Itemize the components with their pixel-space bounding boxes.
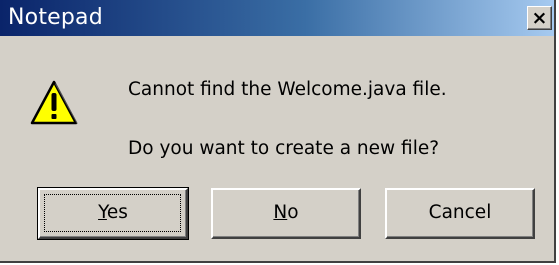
no-button-label: No	[273, 202, 299, 223]
yes-button-label: Yes	[98, 202, 128, 223]
window-title: Notepad	[8, 5, 103, 30]
close-button[interactable]: ×	[527, 6, 552, 30]
warning-icon	[30, 80, 78, 125]
cancel-button-label: Cancel	[428, 202, 492, 223]
yes-button[interactable]: Yes	[37, 187, 189, 240]
message-line-1: Cannot find the Welcome.java file.	[128, 79, 447, 100]
cancel-button[interactable]: Cancel	[385, 188, 535, 239]
message-line-2: Do you want to create a new file?	[128, 138, 440, 159]
close-icon: ×	[531, 7, 548, 29]
no-button[interactable]: No	[211, 188, 361, 239]
title-bar[interactable]: Notepad ×	[0, 0, 554, 36]
message-dialog: Notepad × Cannot find the Welcome.java f…	[0, 0, 556, 263]
